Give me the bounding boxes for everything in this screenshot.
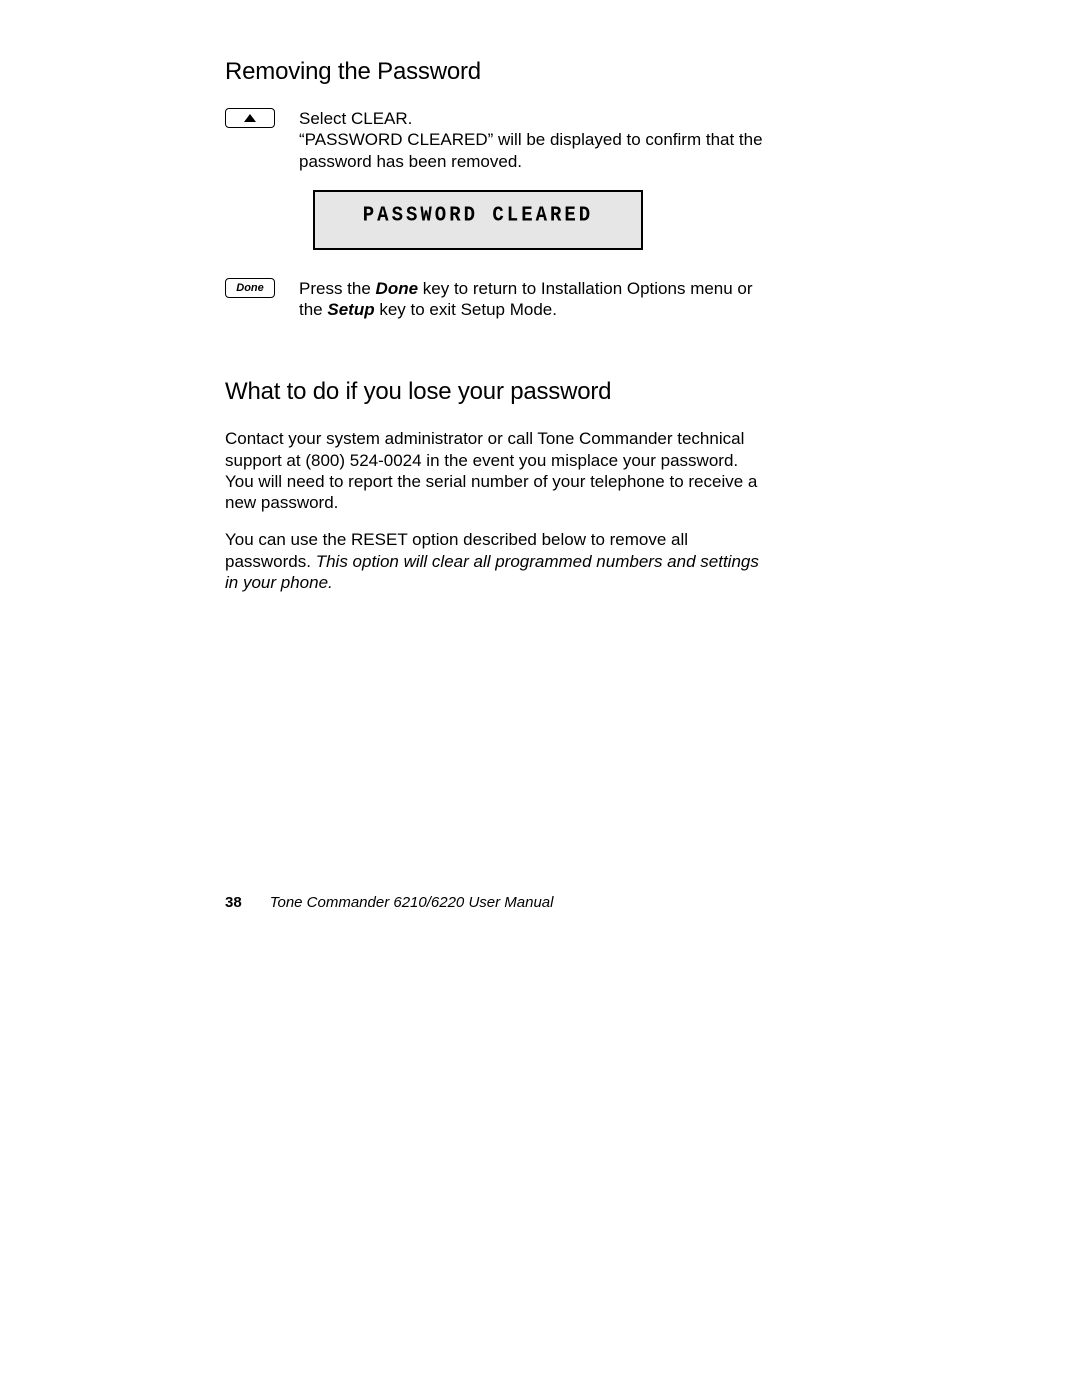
step2-key-done: Done bbox=[376, 279, 419, 298]
heading-removing-password: Removing the Password bbox=[225, 58, 770, 86]
step1-line2: “PASSWORD CLEARED” will be displayed to … bbox=[299, 130, 763, 170]
lcd-text: PASSWORD CLEARED bbox=[363, 203, 593, 227]
step2-suffix: key to exit Setup Mode. bbox=[375, 300, 557, 319]
lcd-display: PASSWORD CLEARED bbox=[313, 190, 643, 250]
page-number: 38 bbox=[225, 894, 242, 911]
step-text-select-clear: Select CLEAR. “PASSWORD CLEARED” will be… bbox=[299, 108, 770, 172]
section-lost-password: What to do if you lose your password Con… bbox=[225, 378, 770, 593]
para-reset-option: You can use the RESET option described b… bbox=[225, 529, 770, 593]
step-row-select-clear: Select CLEAR. “PASSWORD CLEARED” will be… bbox=[225, 108, 770, 172]
page-footer: 38 Tone Commander 6210/6220 User Manual bbox=[225, 894, 553, 911]
done-key-icon: Done bbox=[225, 278, 275, 298]
para-contact-support: Contact your system administrator or cal… bbox=[225, 428, 770, 513]
step2-key-setup: Setup bbox=[327, 300, 374, 319]
heading-lost-password: What to do if you lose your password bbox=[225, 378, 770, 406]
step-row-done: Done Press the Done key to return to Ins… bbox=[225, 278, 770, 321]
done-key-label: Done bbox=[236, 282, 264, 294]
step2-prefix: Press the bbox=[299, 279, 376, 298]
manual-title: Tone Commander 6210/6220 User Manual bbox=[270, 894, 554, 911]
step-text-done: Press the Done key to return to Installa… bbox=[299, 278, 770, 321]
manual-page: Removing the Password Select CLEAR. “PAS… bbox=[225, 58, 770, 593]
step1-line1: Select CLEAR. bbox=[299, 109, 412, 128]
up-arrow-key-icon bbox=[225, 108, 275, 128]
